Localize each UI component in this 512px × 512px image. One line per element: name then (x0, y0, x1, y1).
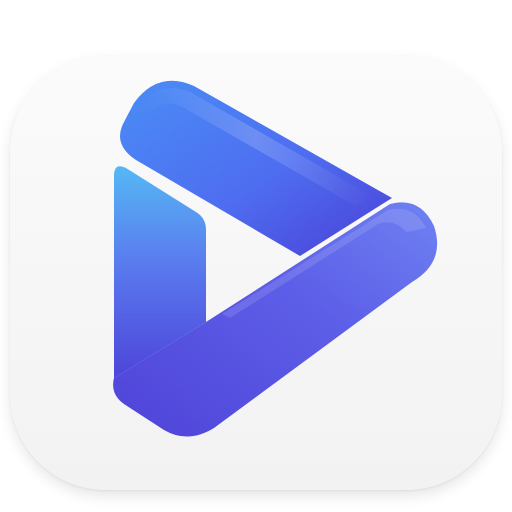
play-logo-icon (113, 80, 438, 437)
app-icon (0, 0, 512, 512)
